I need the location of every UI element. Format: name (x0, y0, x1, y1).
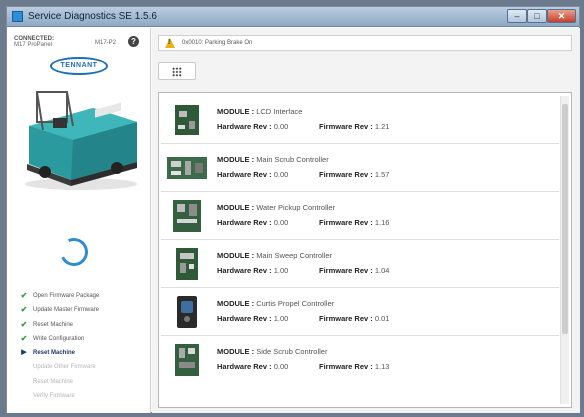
hardware-rev-label: Hardware Rev : (217, 266, 272, 275)
hardware-rev: 1.00 (273, 266, 289, 275)
module-name: Main Sweep Controller (256, 251, 333, 260)
circuit-board-icon (173, 200, 201, 232)
step-label: Reset Machine (33, 350, 76, 357)
step-item: ✔ Update Master Firmware (19, 303, 147, 317)
step-label: Update Master Firmware (33, 307, 100, 314)
module-name: Main Scrub Controller (256, 155, 329, 164)
module-label: MODULE : (217, 251, 255, 260)
step-item: Verify Firmware (19, 389, 147, 403)
hardware-rev: 0.00 (273, 122, 289, 131)
title-bar[interactable]: Service Diagnostics SE 1.5.6 – □ ✕ (7, 7, 579, 27)
module-panel: MODULE : LCD Interface Hardware Rev : 0.… (158, 92, 572, 408)
firmware-rev-label: Firmware Rev : (319, 362, 373, 371)
help-icon[interactable]: ? (128, 36, 139, 47)
hardware-rev-label: Hardware Rev : (217, 122, 272, 131)
grid-view-button[interactable] (158, 62, 196, 80)
module-name: Water Pickup Controller (256, 203, 336, 212)
hardware-rev-label: Hardware Rev : (217, 170, 272, 179)
circuit-board-icon (176, 248, 198, 280)
hardware-rev-label: Hardware Rev : (217, 314, 272, 323)
firmware-rev-label: Firmware Rev : (319, 170, 373, 179)
scroll-thumb[interactable] (562, 104, 568, 334)
module-row[interactable]: MODULE : LCD Interface Hardware Rev : 0.… (161, 96, 559, 144)
main-content: ! 0x0010: Parking Brake On MODULE : LCD … (152, 28, 580, 413)
firmware-rev-label: Firmware Rev : (319, 122, 373, 131)
module-row[interactable]: MODULE : Curtis Propel Controller Hardwa… (161, 288, 559, 336)
connected-device: M17 ProPanel (14, 42, 53, 48)
hardware-rev: 0.00 (273, 170, 289, 179)
firmware-rev: 1.21 (374, 122, 390, 131)
step-label: Reset Machine (33, 378, 74, 385)
step-label: Verify Firmware (33, 393, 75, 400)
firmware-rev: 1.04 (374, 266, 390, 275)
tennant-logo: TENNANT (50, 57, 108, 75)
module-row[interactable]: MODULE : Water Pickup Controller Hardwar… (161, 192, 559, 240)
sidebar: CONNECTED: M17 ProPanel M17-P2 ? TENNANT… (7, 28, 151, 413)
module-name: LCD Interface (256, 107, 303, 116)
loading-spinner (56, 234, 92, 270)
firmware-rev: 1.13 (374, 362, 390, 371)
step-item: Reset Machine (19, 375, 147, 389)
firmware-rev-label: Firmware Rev : (319, 314, 373, 323)
firmware-rev: 1.16 (374, 218, 390, 227)
machine-image (25, 91, 137, 190)
module-label: MODULE : (217, 155, 255, 164)
step-item: ✔ Reset Machine (19, 318, 147, 332)
circuit-board-icon (175, 344, 199, 376)
scrollbar[interactable] (560, 96, 569, 404)
warning-icon: ! (165, 38, 175, 48)
step-status-icon: ▶ (21, 349, 27, 357)
step-status-icon: ✔ (20, 319, 28, 329)
step-label: Write Configuration (33, 335, 85, 342)
step-status-icon: ✔ (20, 333, 28, 343)
update-steps: ✔ Open Firmware Package ✔ Update Master Fi… (19, 289, 147, 403)
app-icon (12, 11, 23, 22)
step-item: ✔ Write Configuration (19, 332, 147, 346)
module-row[interactable]: MODULE : Main Scrub Controller Hardware … (161, 144, 559, 192)
module-list: MODULE : LCD Interface Hardware Rev : 0.… (161, 96, 559, 384)
step-status-icon: ✔ (20, 305, 28, 315)
step-label: Open Firmware Package (33, 293, 100, 299)
step-item: ✔ Open Firmware Package (19, 289, 147, 303)
alert-text: 0x0010: Parking Brake On (182, 40, 253, 46)
firmware-rev: 0.01 (374, 314, 390, 323)
step-label: Reset Machine (33, 321, 74, 328)
machine-model: M17-P2 (95, 40, 117, 46)
hardware-rev-label: Hardware Rev : (217, 362, 272, 371)
window-title: Service Diagnostics SE 1.5.6 (28, 11, 157, 22)
maximize-button[interactable]: □ (527, 9, 547, 23)
module-label: MODULE : (217, 107, 255, 116)
module-name: Curtis Propel Controller (256, 299, 335, 308)
step-status-icon: ✔ (20, 291, 28, 300)
hardware-rev: 1.00 (273, 314, 289, 323)
module-label: MODULE : (217, 347, 255, 356)
hardware-rev-label: Hardware Rev : (217, 218, 272, 227)
module-row[interactable]: MODULE : Main Sweep Controller Hardware … (161, 240, 559, 288)
alert-bar[interactable]: ! 0x0010: Parking Brake On (158, 35, 572, 51)
circuit-board-icon (175, 105, 199, 135)
grid-icon (172, 67, 182, 77)
step-item: Update Other Firmware (19, 360, 147, 374)
firmware-rev: 1.57 (374, 170, 390, 179)
circuit-board-icon (167, 157, 207, 179)
hardware-rev: 0.00 (273, 218, 289, 227)
step-item: ▶ Reset Machine (19, 346, 147, 360)
module-label: MODULE : (217, 299, 255, 308)
module-row[interactable]: MODULE : Side Scrub Controller Hardware … (161, 336, 559, 384)
hardware-rev: 0.00 (273, 362, 289, 371)
minimize-button[interactable]: – (507, 9, 527, 23)
app-window: Service Diagnostics SE 1.5.6 – □ ✕ CONNE… (6, 6, 580, 413)
module-label: MODULE : (217, 203, 255, 212)
step-label: Update Other Firmware (33, 364, 96, 371)
controller-icon (177, 296, 197, 328)
firmware-rev-label: Firmware Rev : (319, 218, 373, 227)
module-name: Side Scrub Controller (256, 347, 328, 356)
firmware-rev-label: Firmware Rev : (319, 266, 373, 275)
close-button[interactable]: ✕ (547, 9, 576, 23)
